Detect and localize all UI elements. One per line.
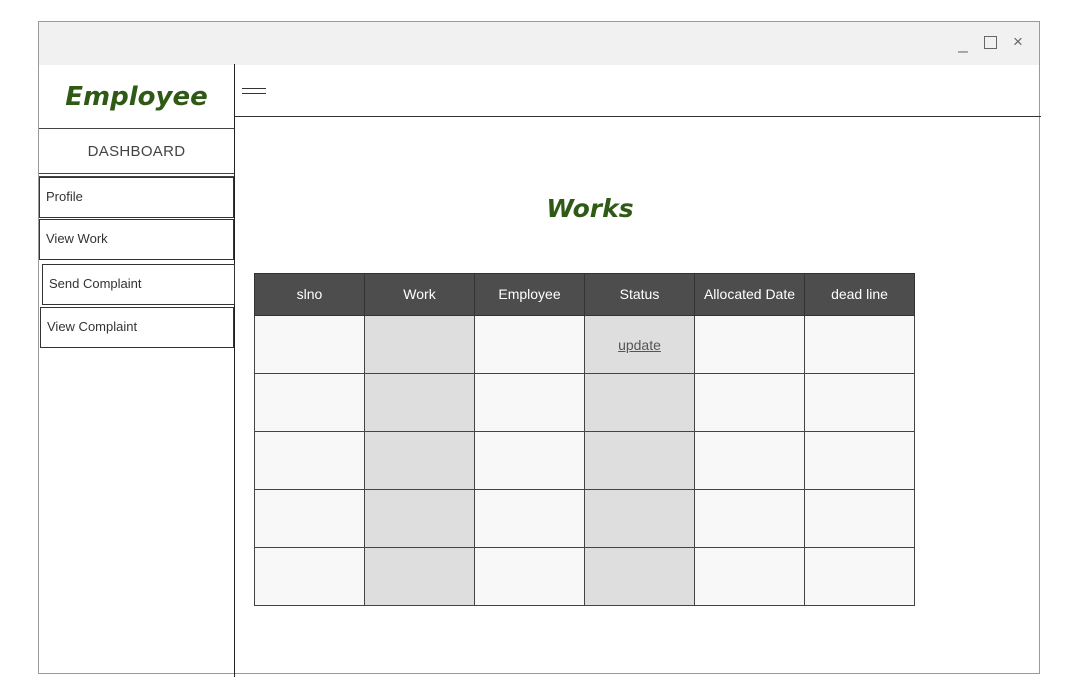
table-cell <box>474 431 585 490</box>
table-cell <box>804 431 915 490</box>
table-cell <box>474 489 585 548</box>
table-cell <box>254 315 365 374</box>
update-status-link[interactable]: update <box>618 337 661 353</box>
table-cell <box>364 547 475 606</box>
table-cell <box>254 431 365 490</box>
table-cell <box>254 547 365 606</box>
maximize-icon[interactable] <box>984 36 997 49</box>
table-cell <box>804 315 915 374</box>
sidebar-item-view-complaint[interactable]: View Complaint <box>40 307 234 348</box>
table-cell: update <box>584 315 695 374</box>
brand-divider <box>39 128 234 129</box>
table-cell <box>254 373 365 432</box>
table-cell <box>694 489 805 548</box>
sidebar-dashboard-link[interactable]: DASHBOARD <box>39 143 234 160</box>
table-cell <box>694 315 805 374</box>
sidebar-item-view-work[interactable]: View Work <box>39 219 234 260</box>
table-cell <box>584 547 695 606</box>
works-table: slno Work Employee Status Allocated Date… <box>254 273 915 606</box>
app-window: _ × Employee DASHBOARD Profile View Work… <box>38 21 1041 677</box>
table-row <box>254 547 915 606</box>
close-icon[interactable]: × <box>1011 32 1025 52</box>
column-header-work: Work <box>364 273 475 316</box>
table-row: update <box>254 315 915 374</box>
column-header-dead-line: dead line <box>804 273 915 316</box>
hamburger-icon[interactable] <box>242 88 266 94</box>
table-cell <box>804 373 915 432</box>
table-row <box>254 373 915 432</box>
dashboard-divider <box>39 173 234 174</box>
table-cell <box>254 489 365 548</box>
table-cell <box>364 431 475 490</box>
table-cell <box>694 431 805 490</box>
table-header-row: slno Work Employee Status Allocated Date… <box>254 273 915 316</box>
sidebar-item-send-complaint[interactable]: Send Complaint <box>42 264 235 305</box>
column-header-status: Status <box>584 273 695 316</box>
table-cell <box>364 315 475 374</box>
table-row <box>254 489 915 548</box>
table-cell <box>804 489 915 548</box>
table-cell <box>584 489 695 548</box>
table-row <box>254 431 915 490</box>
sidebar-item-profile[interactable]: Profile <box>39 177 234 218</box>
table-cell <box>804 547 915 606</box>
table-cell <box>584 431 695 490</box>
minimize-icon[interactable]: _ <box>956 34 970 54</box>
sidebar-brand: Employee <box>65 82 208 112</box>
window-controls: _ × <box>956 32 1025 54</box>
table-cell <box>694 547 805 606</box>
table-cell <box>584 373 695 432</box>
sidebar-divider <box>234 64 235 677</box>
table-cell <box>694 373 805 432</box>
title-bar: _ × <box>39 22 1039 65</box>
table-cell <box>364 489 475 548</box>
table-cell <box>364 373 475 432</box>
table-cell <box>474 547 585 606</box>
header-divider <box>235 116 1041 117</box>
column-header-slno: slno <box>254 273 365 316</box>
table-cell <box>474 373 585 432</box>
table-cell <box>474 315 585 374</box>
column-header-allocated-date: Allocated Date <box>694 273 805 316</box>
column-header-employee: Employee <box>474 273 585 316</box>
page-title: Works <box>546 194 634 223</box>
